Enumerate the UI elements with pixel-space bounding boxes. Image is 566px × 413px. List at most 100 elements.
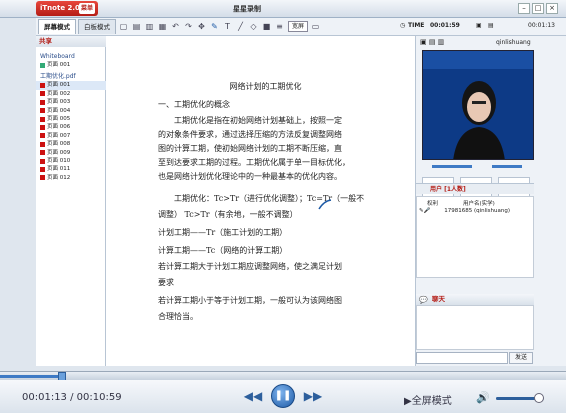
user-row[interactable]: ✎🎤 17981685 (qinlishuang) xyxy=(419,208,531,214)
page-icon xyxy=(40,150,45,156)
page-icon xyxy=(40,99,45,105)
pen-cursor-icon xyxy=(318,199,332,210)
sidebar-page-item[interactable]: 页面 006 xyxy=(36,123,106,131)
pause-record-icon[interactable]: ▤ xyxy=(488,22,494,29)
timer-remain: 00:01:13 xyxy=(528,22,555,29)
tab-screen-mode[interactable]: 屏幕模式 xyxy=(38,19,76,34)
seek-bar[interactable] xyxy=(0,371,566,381)
sidebar-page-item[interactable]: 页面 009 xyxy=(36,149,106,157)
send-button[interactable]: 发送 xyxy=(509,352,533,364)
menu-button[interactable]: 菜单 xyxy=(78,3,95,14)
pause-icon[interactable]: ❚❚ xyxy=(271,384,295,408)
chat-messages xyxy=(416,305,534,350)
whiteboard-page[interactable]: 页面 001 xyxy=(36,61,106,69)
doc-line: 工期优化：Tc>Tr（进行优化调整）；Tc=Tr（一般不 xyxy=(174,194,365,203)
fullscreen-button[interactable]: ▶全屏模式 xyxy=(404,392,452,407)
move-icon[interactable]: ✥ xyxy=(196,21,207,32)
doc-line: 调整） Tc>Tr（有余地，一般不调整） xyxy=(158,210,298,219)
doc-line: 的对象条件要求，通过选择压缩的方法反复调整网络 xyxy=(158,130,342,139)
sidebar-page-item[interactable]: 页面 010 xyxy=(36,157,106,165)
player-controls: 00:01:13 / 00:10:59 ◀◀ ❚❚ ▶▶ ▶全屏模式 🔊 xyxy=(0,380,566,413)
save-icon[interactable]: ▤ xyxy=(131,21,142,32)
app-logo[interactable]: iTnote 2.0 菜单 xyxy=(36,1,98,16)
page-icon xyxy=(40,91,45,97)
teacher-name: qinlishuang xyxy=(496,39,531,46)
time-display: 00:01:13 / 00:10:59 xyxy=(22,392,122,403)
new-page-icon[interactable]: ▢ xyxy=(118,21,129,32)
user-table: 权利 用户名(实学) ✎🎤 17981685 (qinlishuang) xyxy=(416,196,534,278)
audio-level-bar[interactable] xyxy=(422,164,534,170)
file-group[interactable]: 工期优化.pdf xyxy=(36,72,106,81)
doc-line: 计划工期——Tr（施工计划的工期） xyxy=(158,228,288,237)
video-feed xyxy=(422,50,534,160)
page-label: 页面 008 xyxy=(47,141,71,148)
sidebar-page-item[interactable]: 页面 008 xyxy=(36,140,106,148)
doc-line: 要求 xyxy=(158,278,174,287)
sidebar-page-item[interactable]: 页面 012 xyxy=(36,174,106,182)
teacher-video-image xyxy=(423,51,533,159)
page-icon xyxy=(40,83,45,89)
fullscreen-label: 全屏模式 xyxy=(411,396,452,407)
users-header: 用户 [1人数] xyxy=(416,183,534,194)
volume-thumb[interactable] xyxy=(534,393,545,403)
current-time: 00:01:13 xyxy=(22,392,67,403)
title-bar: iTnote 2.0 菜单 星星录制 – □ × xyxy=(0,0,566,18)
sidebar-page-item[interactable]: 页面 002 xyxy=(36,90,106,98)
chat-icon: 💬 xyxy=(419,296,428,304)
doc-line: 图的计算工期，使初始网络计划的工期不断压缩，直 xyxy=(158,144,342,153)
timer-elapsed: 00:01:59 xyxy=(430,22,460,29)
whiteboard-group[interactable]: Whiteboard xyxy=(36,52,106,61)
page-label: 页面 005 xyxy=(47,115,71,122)
page-icon xyxy=(40,141,45,147)
tab-whiteboard-mode[interactable]: 白板模式 xyxy=(78,19,116,34)
doc-line: 计算工期——Tc（网络的计算工期） xyxy=(158,246,288,255)
line-icon[interactable]: ╱ xyxy=(235,21,246,32)
line-width-icon[interactable]: ≡ xyxy=(274,21,285,32)
window-title: 星星录制 xyxy=(233,5,261,13)
view-select[interactable]: 宽屏 xyxy=(288,21,309,32)
page-label: 页面 004 xyxy=(47,107,71,114)
eraser-icon[interactable]: ◇ xyxy=(248,21,259,32)
rewind-icon[interactable]: ◀◀ xyxy=(243,389,263,405)
doc-title: 网络计划的工期优化 xyxy=(229,82,302,91)
maximize-icon[interactable]: □ xyxy=(532,3,544,14)
timer-bar: ◷ TIME 00:01:59 ▣ ▤ 00:01:13 xyxy=(396,18,566,36)
page-icon xyxy=(40,133,45,139)
text-icon[interactable]: T xyxy=(222,21,233,32)
sidebar-header: 共享 xyxy=(36,36,106,47)
sidebar-page-item[interactable]: 页面 003 xyxy=(36,98,106,106)
sidebar-page-item[interactable]: 页面 004 xyxy=(36,107,106,115)
page-label: 页面 006 xyxy=(47,124,71,131)
fast-forward-icon[interactable]: ▶▶ xyxy=(303,389,323,405)
chat-input[interactable] xyxy=(416,352,508,364)
redo-icon[interactable]: ↷ xyxy=(183,21,194,32)
undo-icon[interactable]: ↶ xyxy=(170,21,181,32)
doc-line: 也是网络计划优化理论中的一种最基本的优化内容。 xyxy=(158,172,342,181)
sidebar-page-item[interactable]: 页面 007 xyxy=(36,132,106,140)
sidebar-page-item[interactable]: 页面 011 xyxy=(36,165,106,173)
seek-progress xyxy=(0,375,63,378)
sidebar: 共享 Whiteboard 页面 001 工期优化.pdf 页面 001 页面 0… xyxy=(36,36,106,366)
right-panel: ▣ ▤ ▥ qinlishuang Tnote Tnote Tnote 用户 [… xyxy=(416,36,566,366)
page-icon xyxy=(40,158,45,164)
document-area[interactable]: 网络计划的工期优化 一、工期优化的概念 工期优化是指在初始网络计划基础上，按照一定… xyxy=(106,36,416,366)
volume-icon[interactable]: 🔊 xyxy=(476,391,490,404)
clock-icon: ◷ xyxy=(400,22,406,29)
print-icon[interactable]: ▥ xyxy=(144,21,155,32)
export-icon[interactable]: ▦ xyxy=(157,21,168,32)
page-icon xyxy=(40,166,45,172)
monitor-icon[interactable]: ▭ xyxy=(310,21,321,32)
page-icon xyxy=(40,62,45,68)
fullscreen-icon: ▶ xyxy=(404,396,412,407)
record-icon[interactable]: ▣ xyxy=(476,22,482,29)
sidebar-page-item[interactable]: 页面 001 xyxy=(36,81,106,90)
close-icon[interactable]: × xyxy=(546,3,558,14)
doc-line: 合理恰当。 xyxy=(158,312,198,321)
sidebar-page-item[interactable]: 页面 005 xyxy=(36,115,106,123)
volume-slider[interactable] xyxy=(496,393,545,403)
col-username: 用户名(实学) xyxy=(463,201,495,207)
video-controls-icons[interactable]: ▣ ▤ ▥ xyxy=(420,38,444,46)
color-icon[interactable]: ■ xyxy=(261,21,272,32)
pen-icon[interactable]: ✎ xyxy=(209,21,220,32)
minimize-icon[interactable]: – xyxy=(518,3,530,14)
